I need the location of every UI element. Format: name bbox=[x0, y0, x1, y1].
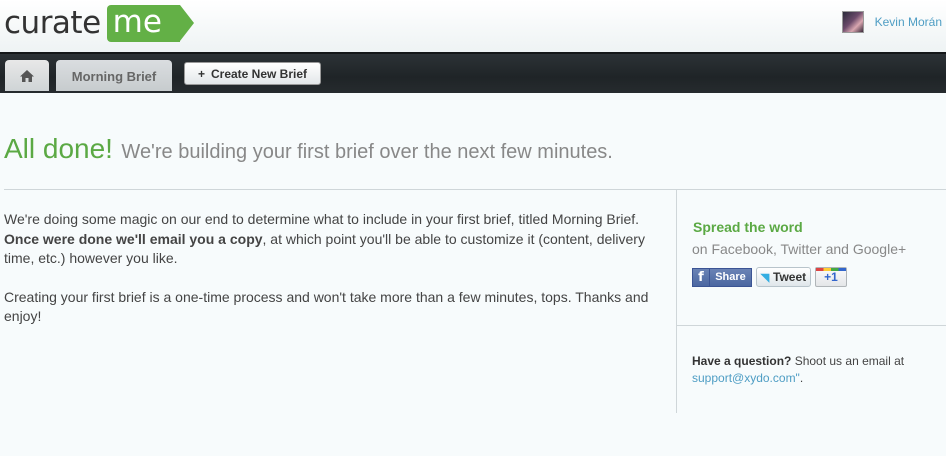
google-plus-one-button[interactable]: +1 bbox=[815, 267, 847, 287]
sidebar-divider bbox=[676, 190, 677, 413]
user-menu[interactable]: Kevin Morán bbox=[841, 11, 942, 33]
header: curate me Kevin Morán bbox=[0, 0, 946, 52]
body-paragraph-1: We're doing some magic on our end to det… bbox=[4, 210, 654, 269]
support-email-link[interactable]: support@xydo.com" bbox=[692, 371, 800, 385]
tweet-button[interactable]: ◥ Tweet bbox=[756, 267, 811, 287]
create-new-brief-button[interactable]: + Create New Brief bbox=[184, 62, 321, 85]
facebook-share-button[interactable]: f Share bbox=[692, 267, 752, 287]
headline-rest: We're building your first brief over the… bbox=[121, 141, 613, 163]
logo-text-curate: curate bbox=[4, 5, 101, 41]
question-bold: Have a question? bbox=[692, 354, 792, 368]
nav-bar: Morning Brief + Create New Brief bbox=[0, 52, 946, 93]
logo-text-me: me bbox=[106, 4, 195, 42]
tweet-label: Tweet bbox=[773, 270, 807, 284]
question-middle: Shoot us an email at bbox=[791, 354, 905, 368]
user-name-link[interactable]: Kevin Morán bbox=[875, 15, 942, 29]
home-icon bbox=[20, 69, 34, 82]
tab-morning-brief[interactable]: Morning Brief bbox=[56, 60, 172, 91]
facebook-icon: f bbox=[693, 268, 710, 286]
facebook-share-label: Share bbox=[715, 271, 746, 283]
headline-big: All done! bbox=[4, 133, 113, 164]
main-content: We're doing some magic on our end to det… bbox=[4, 210, 654, 346]
body-paragraph-2: Creating your first brief is a one-time … bbox=[4, 288, 649, 325]
twitter-bird-icon: ◥ bbox=[760, 271, 770, 284]
divider bbox=[4, 189, 946, 190]
share-buttons: f Share ◥ Tweet +1 bbox=[692, 267, 847, 287]
body-p1-start: We're doing some magic on our end to det… bbox=[4, 211, 640, 227]
create-new-brief-label: Create New Brief bbox=[210, 66, 308, 81]
page-title: All done! We're building your first brie… bbox=[4, 133, 613, 165]
question-text: Have a question? Shoot us an email at su… bbox=[692, 353, 932, 387]
google-plus-label: +1 bbox=[824, 270, 838, 284]
home-tab[interactable] bbox=[5, 60, 49, 91]
spread-subtitle: on Facebook, Twitter and Google+ bbox=[692, 241, 907, 257]
body-p1-bold: Once were done we'll email you a copy bbox=[4, 230, 263, 247]
question-end: . bbox=[799, 371, 804, 385]
sidebar-section-divider bbox=[677, 325, 946, 326]
avatar[interactable] bbox=[841, 11, 864, 33]
curate-me-logo[interactable]: curate me bbox=[4, 3, 195, 43]
spread-title: Spread the word bbox=[693, 219, 803, 235]
plus-icon: + bbox=[197, 66, 205, 81]
